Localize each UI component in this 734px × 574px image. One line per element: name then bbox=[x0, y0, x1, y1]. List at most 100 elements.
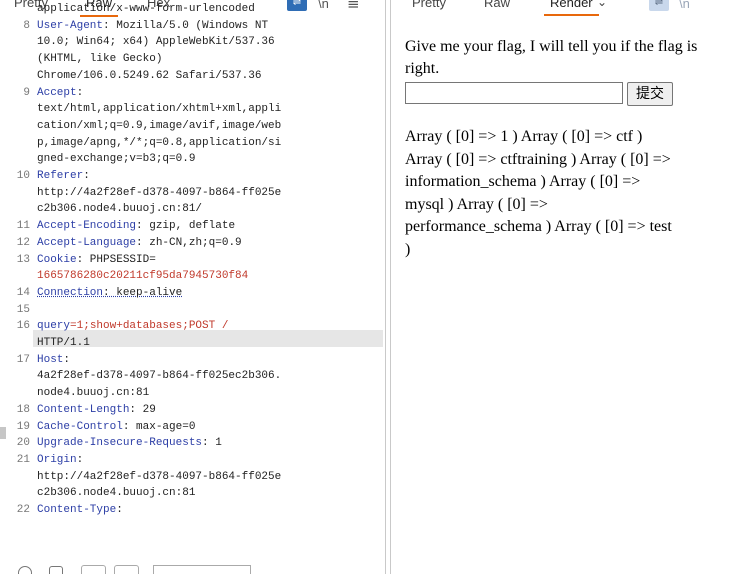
line-number: 21 bbox=[16, 453, 30, 466]
tab-response-render[interactable]: Render bbox=[544, 0, 599, 16]
request-line[interactable]: gned-exchange;v=b3;q=0.9 bbox=[37, 153, 382, 165]
request-line[interactable]: Cache-Control: max-age=0 bbox=[37, 421, 382, 433]
request-line[interactable]: Upgrade-Insecure-Requests: 1 bbox=[37, 437, 382, 449]
request-line[interactable]: c2b306.node4.buuoj.cn:81 bbox=[37, 487, 382, 499]
next-match-button[interactable] bbox=[114, 565, 139, 574]
line-number: 22 bbox=[16, 504, 30, 516]
header-value: : bbox=[76, 86, 84, 99]
request-line[interactable]: Cookie: PHPSESSID= bbox=[37, 254, 382, 266]
flag-input[interactable] bbox=[405, 82, 623, 104]
line-number: 17 bbox=[16, 353, 30, 366]
settings-icon[interactable] bbox=[49, 566, 63, 574]
tab-response-pretty[interactable]: Pretty bbox=[412, 0, 446, 10]
request-line[interactable]: Connection: keep-alive bbox=[37, 287, 382, 299]
request-line[interactable]: node4.buuoj.cn:81 bbox=[37, 387, 382, 399]
header-value: cation/xml;q=0.9,image/avif,image/web bbox=[37, 119, 282, 132]
header-value: http://4a2f28ef-d378-4097-b864-ff025e bbox=[37, 186, 282, 199]
request-line[interactable]: Referer: bbox=[37, 170, 382, 182]
response-pane: Pretty Raw Render ⌄ ⇌ \n Give me your fl… bbox=[390, 0, 734, 574]
request-line[interactable]: Origin: bbox=[37, 454, 382, 466]
result-line: mysql ) Array ( [0] => bbox=[405, 195, 548, 213]
header-value: p,image/apng,*/*;q=0.8,application/si bbox=[37, 136, 282, 149]
show-newlines-icon[interactable]: \n bbox=[679, 0, 690, 11]
header-value: : bbox=[76, 453, 84, 466]
request-line[interactable]: Chrome/106.0.5249.62 Safari/537.36 bbox=[37, 70, 382, 82]
request-line[interactable]: Accept-Language: zh-CN,zh;q=0.9 bbox=[37, 237, 382, 249]
header-value: : bbox=[83, 170, 90, 182]
flag-prompt: Give me your flag, I will tell you if th… bbox=[405, 38, 698, 77]
header-value: 4a2f28ef-d378-4097-b864-ff025ec2b306. bbox=[37, 370, 282, 383]
tab-response-raw[interactable]: Raw bbox=[484, 0, 510, 10]
header-value: node4.buuoj.cn:81 bbox=[37, 387, 150, 400]
header-name: Connection bbox=[37, 286, 104, 299]
line-number: 9 bbox=[23, 86, 30, 99]
line-number: 18 bbox=[16, 403, 30, 416]
previous-match-button[interactable] bbox=[81, 565, 106, 574]
header-value: : 29 bbox=[129, 403, 156, 416]
request-line[interactable]: User-Agent: Mozilla/5.0 (Windows NT bbox=[37, 20, 382, 32]
line-number: 10 bbox=[16, 170, 30, 182]
header-name: Content-Type bbox=[37, 504, 117, 516]
line-number: 15 bbox=[16, 303, 30, 316]
request-line[interactable]: HTTP/1.1 bbox=[37, 337, 382, 349]
request-line[interactable]: Host: bbox=[37, 354, 382, 366]
request-line[interactable]: Accept: bbox=[37, 87, 382, 99]
request-line[interactable]: (KHTML, like Gecko) bbox=[37, 53, 382, 65]
header-value: c2b306.node4.buuoj.cn:81/ bbox=[37, 203, 203, 216]
request-line[interactable]: query=1;show+databases;POST / bbox=[37, 320, 382, 332]
request-line[interactable]: text/html,application/xhtml+xml,appli bbox=[37, 103, 382, 115]
flag-form: 提交 bbox=[405, 82, 734, 108]
header-value: HTTP/1.1 bbox=[37, 337, 90, 349]
line-number: 11 bbox=[16, 220, 30, 233]
header-value: application/x-www-form-urlencoded bbox=[37, 3, 255, 15]
header-value: : bbox=[63, 353, 71, 366]
request-line[interactable]: http://4a2f28ef-d378-4097-b864-ff025e bbox=[37, 471, 382, 483]
header-value: http://4a2f28ef-d378-4097-b864-ff025e bbox=[37, 470, 282, 483]
request-line[interactable]: Accept-Encoding: gzip, deflate bbox=[37, 220, 382, 232]
search-input[interactable] bbox=[153, 565, 251, 574]
request-editor-pane: Pretty Raw Hex ⇌ \n ≡ application/x-www-… bbox=[0, 0, 386, 574]
header-name: Accept-Encoding bbox=[37, 220, 137, 233]
result-line: ) bbox=[405, 240, 411, 258]
header-value: 1665786280c20211cf95da7945730f84 bbox=[37, 270, 249, 283]
header-name: Cookie bbox=[37, 253, 77, 266]
submit-button[interactable]: 提交 bbox=[627, 82, 673, 106]
header-value: : max-age=0 bbox=[122, 420, 196, 433]
scroll-marker bbox=[0, 427, 6, 439]
header-value: =1;show+databases;POST / bbox=[70, 320, 229, 333]
request-line[interactable]: 4a2f28ef-d378-4097-b864-ff025ec2b306. bbox=[37, 370, 382, 382]
query-result: Array ( [0] => 1 ) Array ( [0] => ctf ) A… bbox=[405, 126, 734, 261]
request-line[interactable]: 1665786280c20211cf95da7945730f84 bbox=[37, 270, 382, 282]
header-name: query bbox=[37, 320, 71, 333]
request-line[interactable]: cation/xml;q=0.9,image/avif,image/web bbox=[37, 120, 382, 132]
header-value: 10.0; Win64; x64) AppleWebKit/537.36 bbox=[37, 36, 275, 49]
editor-footer bbox=[0, 560, 385, 574]
wrap-lines-icon[interactable]: ⇌ bbox=[649, 0, 669, 11]
header-value: : keep-alive bbox=[103, 286, 183, 299]
header-value: Chrome/106.0.5249.62 Safari/537.36 bbox=[37, 69, 262, 82]
request-line[interactable]: http://4a2f28ef-d378-4097-b864-ff025e bbox=[37, 187, 382, 199]
header-value: : bbox=[116, 504, 123, 516]
request-line[interactable]: Content-Type: bbox=[37, 504, 382, 516]
request-line[interactable]: Content-Length: 29 bbox=[37, 404, 382, 416]
header-name: Origin bbox=[37, 453, 77, 466]
result-line: Array ( [0] => ctftraining ) Array ( [0]… bbox=[405, 150, 671, 168]
rendered-page: Give me your flag, I will tell you if th… bbox=[405, 36, 734, 258]
header-value: : gzip, deflate bbox=[136, 220, 236, 233]
header-value: : 1 bbox=[202, 437, 222, 450]
header-name: Cache-Control bbox=[37, 420, 123, 433]
request-line[interactable]: p,image/apng,*/*;q=0.8,application/si bbox=[37, 137, 382, 149]
header-name: Accept-Language bbox=[37, 236, 137, 249]
line-number: 14 bbox=[16, 286, 30, 299]
chevron-down-icon[interactable]: ⌄ bbox=[597, 0, 607, 9]
header-name: Referer bbox=[37, 170, 84, 182]
request-line[interactable]: c2b306.node4.buuoj.cn:81/ bbox=[37, 203, 382, 215]
header-value: text/html,application/xhtml+xml,appli bbox=[37, 103, 282, 116]
header-value: c2b306.node4.buuoj.cn:81 bbox=[37, 487, 196, 500]
result-line: performance_schema ) Array ( [0] => test bbox=[405, 218, 672, 235]
request-line[interactable]: 10.0; Win64; x64) AppleWebKit/537.36 bbox=[37, 36, 382, 48]
help-icon[interactable] bbox=[18, 566, 32, 574]
header-value: : zh-CN,zh;q=0.9 bbox=[136, 236, 242, 249]
header-name: Host bbox=[37, 353, 64, 366]
request-line[interactable]: application/x-www-form-urlencoded bbox=[37, 3, 382, 15]
